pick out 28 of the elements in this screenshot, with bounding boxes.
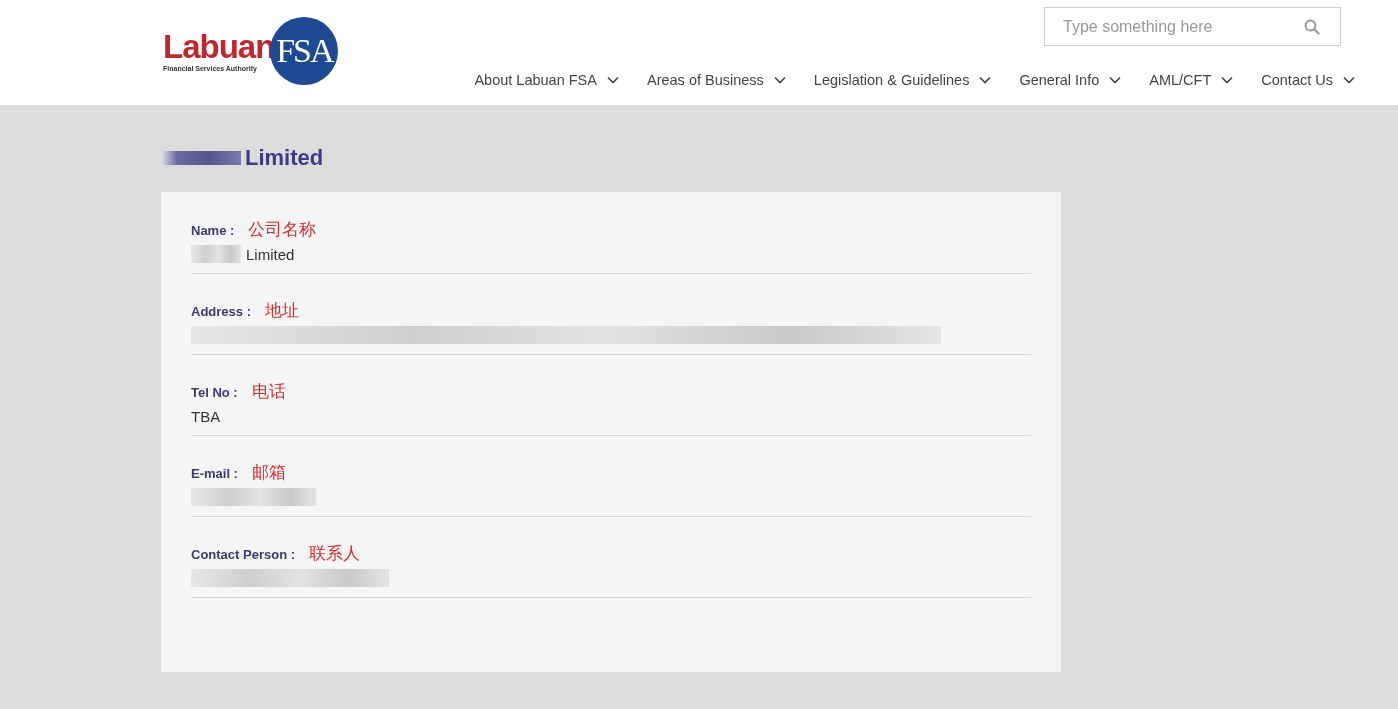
nav-menu-item[interactable]: About Labuan FSA (474, 70, 619, 90)
field-label: Address : (191, 304, 251, 319)
nav-menu-item[interactable]: Legislation & Guidelines (813, 70, 992, 90)
chevron-down-icon (1109, 76, 1122, 84)
field-label: Tel No : (191, 385, 238, 400)
nav-menu-item[interactable]: Areas of Business (646, 70, 786, 90)
annotation-text: 公司名称 (248, 218, 317, 241)
field-value: TBA (191, 407, 221, 425)
field-value: Limited (246, 245, 295, 263)
annotation-text: 邮箱 (251, 461, 286, 484)
chevron-down-icon (606, 76, 619, 84)
field-label: E-mail : (191, 466, 238, 481)
redacted-text (191, 245, 241, 263)
annotation-text: 电话 (251, 380, 286, 403)
nav-menu-item[interactable]: General Info (1019, 70, 1122, 90)
chevron-down-icon (1343, 76, 1355, 84)
field-label: Contact Person : (191, 547, 295, 562)
annotation-text: 联系人 (309, 542, 360, 565)
chevron-down-icon (1221, 76, 1234, 84)
nav-menu-item[interactable]: Contact Us (1261, 70, 1355, 90)
chevron-down-icon (979, 76, 992, 84)
annotation-text: 地址 (264, 299, 299, 322)
search-field[interactable]: Type something here (1044, 7, 1341, 46)
chevron-down-icon (773, 76, 786, 84)
nav-menu-item[interactable]: AML/CFT (1149, 70, 1234, 90)
search-icon[interactable] (1304, 19, 1320, 35)
page-title: Limited (245, 145, 324, 171)
field-label: Name : (191, 223, 235, 238)
